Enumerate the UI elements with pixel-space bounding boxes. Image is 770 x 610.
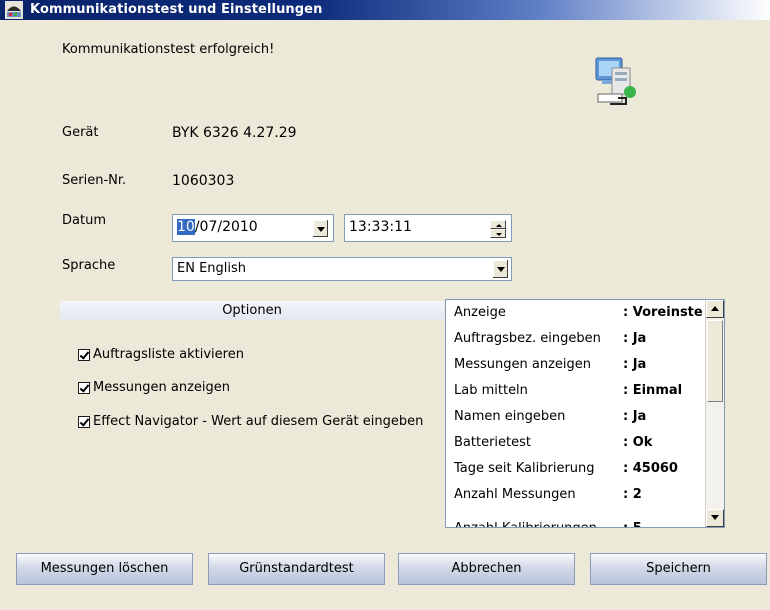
spin-down-icon[interactable] — [490, 229, 506, 238]
scroll-down-icon[interactable] — [706, 509, 724, 527]
checkbox-checked-icon[interactable] — [78, 415, 90, 428]
checkbox-checked-icon[interactable] — [78, 381, 90, 394]
green-standard-test-button[interactable]: Grünstandardtest — [208, 553, 385, 585]
spin-up-icon[interactable] — [490, 220, 506, 229]
checkbox-messungen[interactable]: Messungen anzeigen — [78, 380, 230, 395]
scroll-up-icon[interactable] — [706, 300, 724, 318]
delete-measurements-button[interactable]: Messungen löschen — [16, 553, 193, 585]
serial-label: Serien-Nr. — [62, 173, 127, 188]
time-value: 13:33:11 — [349, 219, 412, 235]
list-item[interactable]: Lab mitteln: Einmal — [446, 378, 708, 404]
computer-network-icon — [595, 57, 636, 105]
options-header: Optionen — [60, 301, 444, 320]
save-button[interactable]: Speichern — [590, 553, 767, 585]
app-icon — [5, 1, 23, 19]
list-item[interactable]: Anzahl Messungen: 2 — [446, 482, 708, 508]
window-title: Kommunikationstest und Einstellungen — [30, 2, 323, 17]
language-label: Sprache — [62, 258, 116, 273]
list-item[interactable]: Tage seit Kalibrierung: 45060 — [446, 456, 708, 482]
language-select[interactable]: EN English — [172, 257, 512, 281]
checkbox-effect-navigator[interactable]: Effect Navigator - Wert auf diesem Gerät… — [78, 414, 423, 429]
checkbox-checked-icon[interactable] — [78, 348, 90, 361]
device-label: Gerät — [62, 125, 99, 140]
time-spinner[interactable]: 13:33:11 — [344, 214, 512, 242]
checkbox-label: Auftragsliste aktivieren — [93, 347, 244, 362]
chevron-down-icon[interactable] — [312, 220, 328, 237]
serial-value: 1060303 — [172, 173, 235, 189]
language-value: EN English — [177, 261, 247, 276]
date-label: Datum — [62, 213, 106, 228]
status-message: Kommunikationstest erfolgreich! — [62, 42, 275, 57]
chevron-down-icon[interactable] — [492, 260, 508, 278]
list-item[interactable]: Anzahl Kalibrierungen: 5 — [446, 516, 708, 527]
list-item[interactable]: Anzeige: Voreinste — [446, 300, 708, 326]
scroll-thumb[interactable] — [707, 320, 723, 402]
list-item[interactable]: Messungen anzeigen: Ja — [446, 352, 708, 378]
list-item[interactable]: Namen eingeben: Ja — [446, 404, 708, 430]
date-day-selected: 10 — [177, 219, 195, 235]
list-item[interactable]: Batterietest: Ok — [446, 430, 708, 456]
checkbox-label: Messungen anzeigen — [93, 380, 230, 395]
vertical-scrollbar[interactable] — [705, 300, 724, 527]
settings-list[interactable]: Anzeige: Voreinste Auftragsbez. eingeben… — [445, 299, 725, 528]
date-rest: /07/2010 — [194, 219, 258, 235]
list-item[interactable]: Auftragsbez. eingeben: Ja — [446, 326, 708, 352]
date-picker[interactable]: 10/07/2010 — [172, 214, 334, 242]
title-bar[interactable]: Kommunikationstest und Einstellungen — [0, 0, 770, 20]
cancel-button[interactable]: Abbrechen — [398, 553, 575, 585]
checkbox-label: Effect Navigator - Wert auf diesem Gerät… — [93, 414, 424, 429]
checkbox-auftragsliste[interactable]: Auftragsliste aktivieren — [78, 347, 244, 362]
device-value: BYK 6326 4.27.29 — [172, 125, 297, 141]
